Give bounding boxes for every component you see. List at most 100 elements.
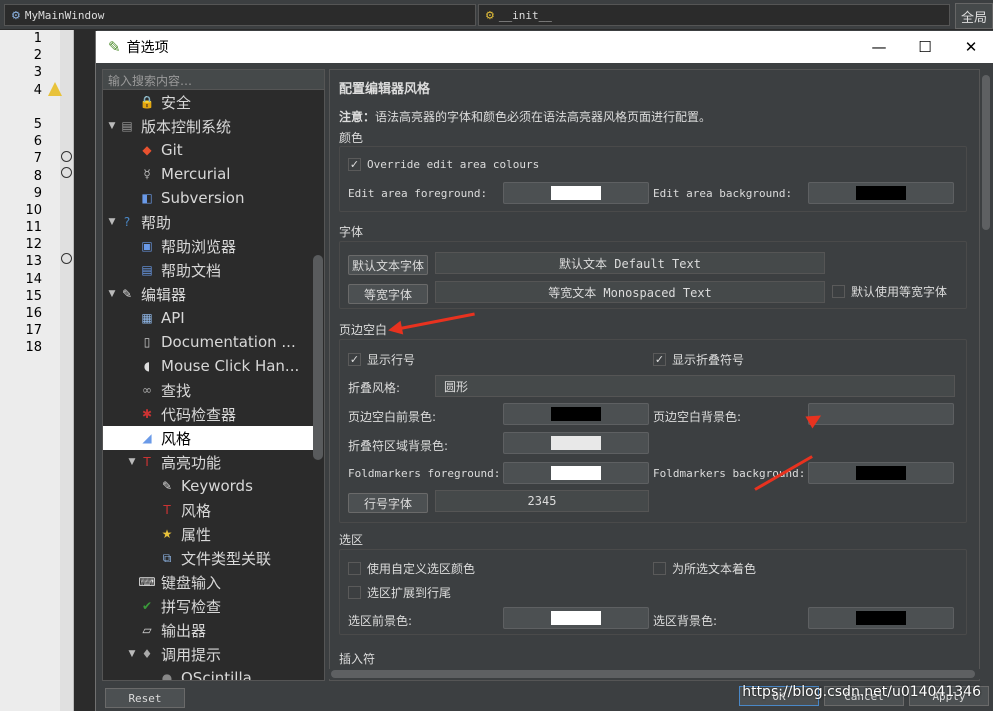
fold-style-select[interactable]: 圆形 [435,375,955,397]
git-icon: ◆ [142,143,152,157]
custom-selection-colors-checkbox[interactable]: 使用自定义选区颜色 [348,560,475,577]
tree-item[interactable]: ▼ T 高亮功能 [103,450,313,474]
search-input[interactable]: 输入搜索内容… [103,70,324,90]
line-number: 14 [25,271,42,287]
colour-all-selected-checkbox[interactable]: 为所选文本着色 [653,560,756,577]
bg-color-button[interactable] [808,182,954,204]
tree-item-label: 风格 [161,429,192,448]
default-font-button[interactable]: 默认文本字体 [348,255,428,275]
margin-bg-color-button[interactable] [808,403,954,425]
expand-arrow-icon[interactable]: ▼ [125,457,139,467]
expand-arrow-icon[interactable]: ▼ [105,217,119,227]
margin-bg-label: 页边空白背景色: [653,410,742,424]
margin-fg-color-button[interactable] [503,403,649,425]
color-swatch [551,611,601,625]
sel-fg-color-button[interactable] [503,607,649,629]
tree-item[interactable]: ☿ Mercurial [103,162,313,186]
tree-item[interactable]: ▼ ✎ 编辑器 [103,282,313,306]
tree-item[interactable]: ▣ 帮助浏览器 [103,234,313,258]
tree-scrollbar[interactable] [313,255,323,460]
fold-marker-icon[interactable] [61,253,72,264]
tree-item[interactable]: ✎ Keywords [103,474,313,498]
global-button[interactable]: 全局 [955,3,993,29]
line-number: 6 [33,134,42,150]
tree-item[interactable]: ▤ 帮助文档 [103,258,313,282]
show-fold-markers-checkbox[interactable]: ✓ 显示折叠符号 [653,351,744,368]
reset-button[interactable]: Reset [105,688,185,708]
tree-item-label: API [161,309,185,327]
fold-marker-icon[interactable] [61,167,72,178]
checkbox-box [348,586,361,599]
tree-item[interactable]: T 风格 [103,498,313,522]
tree-item[interactable]: ⧉ 文件类型关联 [103,546,313,570]
foldmarkers-fg-color-button[interactable] [503,462,649,484]
star-icon: ★ [161,527,173,541]
tree-item-label: 属性 [181,525,212,544]
extend-to-eol-checkbox[interactable]: 选区扩展到行尾 [348,584,451,601]
tree-item[interactable]: ✔ 拼写检查 [103,594,313,618]
class-icon: ⚙ [11,8,21,22]
line-number: 9 [33,185,42,201]
calltips-icon: ♦ [141,647,153,661]
checkbox-box: ✓ [348,158,361,171]
tree-item-label: 帮助 [141,213,172,232]
tree-item[interactable]: ◆ Git [103,138,313,162]
tree-item-label: 高亮功能 [161,453,222,472]
tree-item[interactable]: 🔒 安全 [103,90,313,114]
tree-item[interactable]: ◖ Mouse Click Han... [103,354,313,378]
line-number-font-button[interactable]: 行号字体 [348,493,428,513]
mouse-icon: ◖ [143,359,151,373]
fg-color-button[interactable] [503,182,649,204]
tree-item[interactable]: ▱ 输出器 [103,618,313,642]
editor-tab-mymainwindow[interactable]: ⚙ MyMainWindow [4,4,476,26]
api-icon: ▦ [141,311,153,325]
scroll-thumb[interactable] [331,670,975,678]
maximize-button[interactable]: ☐ [902,31,948,63]
tree-item[interactable]: ◢ 风格 [103,426,313,450]
tree-item[interactable]: ◧ Subversion [103,186,313,210]
scroll-thumb[interactable] [982,75,990,230]
tree-item[interactable]: ▯ Documentation ... [103,330,313,354]
color-swatch [856,186,906,200]
code-area[interactable] [74,30,97,711]
show-line-numbers-checkbox[interactable]: ✓ 显示行号 [348,351,415,368]
expand-arrow-icon[interactable]: ▼ [105,121,119,131]
tree-item[interactable]: ⌨ 键盘输入 [103,570,313,594]
minimize-button[interactable]: — [856,31,902,63]
fold-bg-color-button[interactable] [503,432,649,454]
tree-item-label: 调用提示 [161,645,222,664]
mono-font-button[interactable]: 等宽字体 [348,284,428,304]
fold-style-label: 折叠风格: [348,381,401,395]
colors-heading: 颜色 [339,131,364,145]
dialog-title: 首选项 [126,40,169,56]
tree-item[interactable]: ▼ ♦ 调用提示 [103,642,313,666]
qscintilla-icon: ● [161,671,173,681]
lock-icon: 🔒 [139,95,155,109]
documentation-icon: ▯ [143,335,151,349]
close-button[interactable]: ✕ [948,31,993,63]
foldmarkers-bg-color-button[interactable] [808,462,954,484]
line-number: 12 [25,237,42,253]
tree-item-label: 文件类型关联 [181,549,272,568]
override-colours-checkbox[interactable]: ✓ Override edit area colours [348,158,539,171]
use-mono-checkbox[interactable]: 默认使用等宽字体 [832,283,947,300]
tab-label: MyMainWindow [24,8,105,22]
line-number: 7 [33,151,42,167]
keywords-icon: ✎ [161,479,173,493]
page-horizontal-scrollbar[interactable] [329,669,980,679]
margins-heading: 页边空白 [339,323,388,337]
checkbox-box [832,285,845,298]
tree-item[interactable]: ✱ 代码检查器 [103,402,313,426]
tree-item[interactable]: ▼? 帮助 [103,210,313,234]
editor-tab-init[interactable]: ⚙ __init__ [478,4,950,26]
tree-item[interactable]: ★ 属性 [103,522,313,546]
tree-item[interactable]: ∞ 查找 [103,378,313,402]
expand-arrow-icon[interactable]: ▼ [125,649,139,659]
expand-arrow-icon[interactable]: ▼ [105,289,119,299]
tree-item[interactable]: ▼ ▤ 版本控制系统 [103,114,313,138]
sel-bg-color-button[interactable] [808,607,954,629]
fold-marker-icon[interactable] [61,151,72,162]
tree-item[interactable]: ● QScintilla [103,666,313,681]
tree-item[interactable]: ▦ API [103,306,313,330]
page-vertical-scrollbar[interactable] [980,69,992,681]
